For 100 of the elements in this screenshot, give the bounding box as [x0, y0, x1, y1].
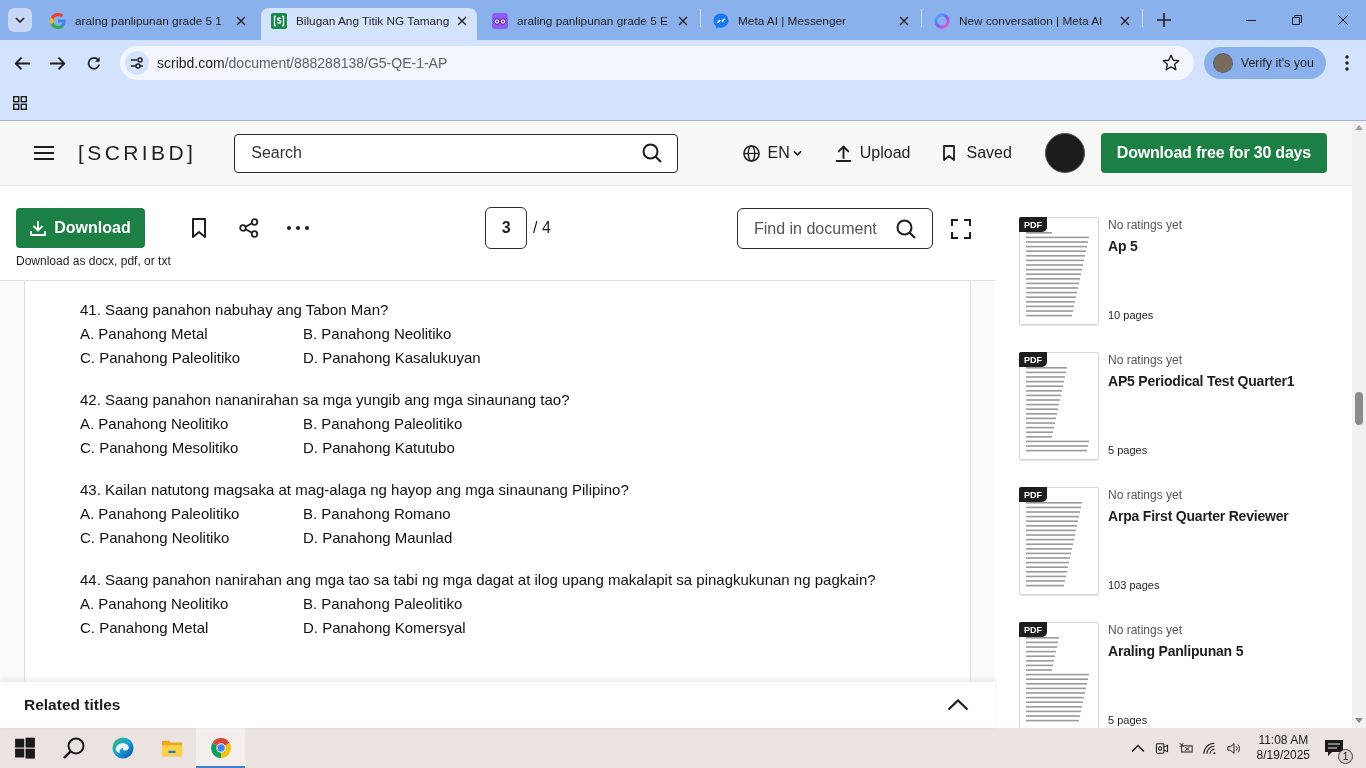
document-thumbnail[interactable]: PDF: [1019, 622, 1099, 728]
more-vertical-icon[interactable]: [1345, 55, 1349, 71]
search-icon[interactable]: [642, 143, 663, 163]
battery-icon[interactable]: [1178, 741, 1193, 755]
answer-option: B. Panahong Paleolitiko: [303, 592, 970, 616]
page-count: 5 pages: [1108, 444, 1149, 458]
chevron-up-icon[interactable]: [947, 699, 969, 711]
answer-option: C. Panahong Neolitiko: [80, 526, 303, 550]
restore-icon[interactable]: [1292, 15, 1302, 25]
reload-icon[interactable]: [86, 55, 102, 71]
answer-option: D. Panahong Katutubo: [303, 436, 970, 460]
file-type-badge: PDF: [1019, 217, 1047, 232]
ring-icon: [934, 13, 950, 29]
four-squares-icon[interactable]: [13, 737, 36, 759]
close-icon[interactable]: [899, 16, 909, 26]
language-button[interactable]: EN: [742, 144, 802, 162]
browser-tab[interactable]: araling panlipunan grade 5 E: [482, 8, 698, 40]
file-type-badge: PDF: [1019, 622, 1047, 637]
file-type-badge: PDF: [1019, 352, 1047, 367]
search-icon[interactable]: [896, 218, 916, 239]
upload-icon: [834, 144, 852, 162]
answer-option: B. Panahong Paleolitiko: [303, 412, 970, 436]
fullscreen-icon[interactable]: [951, 218, 971, 239]
document-thumbnail[interactable]: PDF: [1019, 352, 1099, 460]
close-icon[interactable]: [1120, 16, 1130, 26]
chevron-down-icon: [792, 150, 802, 156]
saved-link[interactable]: Saved: [943, 144, 1012, 162]
notification-icon[interactable]: [1324, 739, 1344, 757]
page-total: / 4: [533, 219, 551, 237]
chevron-down-icon: [15, 17, 25, 23]
segmented-circle-icon[interactable]: [209, 737, 232, 759]
rating-text: No ratings yet: [1108, 623, 1184, 637]
answer-option: B. Panahong Romano: [303, 502, 970, 526]
camera-icon[interactable]: [1154, 741, 1169, 755]
user-avatar[interactable]: [1044, 133, 1085, 173]
more-horizontal-icon[interactable]: [287, 226, 309, 230]
document-title[interactable]: AP5 Periodical Test Quarter1: [1108, 373, 1295, 389]
tune-icon[interactable]: [125, 51, 149, 75]
browser-tab[interactable]: aralng panlipunan grade 5 1: [40, 8, 256, 40]
question-text: 41. Saang panahon nabuhay ang Tabon Man?: [80, 300, 390, 320]
apps-grid-icon[interactable]: [13, 96, 27, 110]
document-thumbnail[interactable]: PDF: [1019, 487, 1099, 595]
search-field[interactable]: Search: [234, 133, 679, 173]
close-icon[interactable]: [678, 16, 688, 26]
plus-icon[interactable]: [1157, 13, 1171, 27]
profile-avatar: [1212, 53, 1233, 73]
answer-option: D. Panahong Komersyal: [303, 616, 970, 640]
swirl-circle-icon[interactable]: [111, 737, 134, 759]
clock-time[interactable]: 11:08 AM: [1258, 733, 1309, 748]
question-text: 44. Saang panahon nanirahan ang mga tao sa tabi ng mga dagat at ilog upang makalapit sa pinagkukunan ng pagkain?: [80, 570, 877, 590]
profile-button[interactable]: Verify it's you: [1203, 47, 1326, 79]
document-title[interactable]: Ap 5: [1108, 238, 1183, 254]
scrollbar-track[interactable]: [1352, 121, 1366, 728]
arrow-down-icon[interactable]: [1355, 718, 1363, 723]
browser-tab[interactable]: Meta AI | Messenger: [703, 8, 919, 40]
bookmark-icon: [943, 145, 956, 161]
wifi-icon[interactable]: [1202, 741, 1217, 755]
speaker-icon[interactable]: [1226, 741, 1241, 755]
rating-text: No ratings yet: [1108, 353, 1184, 367]
document-title[interactable]: Arpa First Quarter Reviewer: [1108, 508, 1289, 524]
page-count: 10 pages: [1108, 309, 1155, 323]
page-count: 5 pages: [1108, 714, 1149, 728]
page-count: 103 pages: [1108, 579, 1161, 593]
close-icon[interactable]: [236, 16, 246, 26]
answer-option: C. Panahong Paleolitiko: [80, 346, 303, 370]
site-logo[interactable]: [SCRIBD]: [78, 141, 197, 165]
address-bar[interactable]: scribd.com/document/888288138/G5-QE-1-AP: [120, 46, 1194, 80]
download-button[interactable]: Download: [16, 208, 145, 248]
back-arrow-icon[interactable]: [14, 55, 30, 71]
globe-icon: [742, 144, 760, 162]
scrollbar-thumb[interactable]: [1355, 392, 1363, 425]
browser-tab[interactable]: New conversation | Meta AI: [924, 8, 1140, 40]
menu-icon[interactable]: [34, 146, 54, 160]
answer-option: C. Panahong Mesolitiko: [80, 436, 303, 460]
share-icon[interactable]: [239, 218, 259, 238]
clock-date[interactable]: 8/19/2025: [1256, 748, 1310, 763]
answer-option: C. Panahong Metal: [80, 616, 303, 640]
upload-link[interactable]: Upload: [834, 144, 911, 162]
chat-bubble-icon: [713, 13, 729, 29]
notification-badge: 1: [1338, 749, 1353, 764]
browser-tab[interactable]: Bilugan Ang Titik NG Tamang: [261, 8, 477, 40]
section-title: Related titles: [24, 696, 121, 714]
download-free-button[interactable]: Download free for 30 days: [1100, 133, 1327, 173]
rating-text: No ratings yet: [1108, 218, 1183, 232]
find-in-document-field[interactable]: Find in document: [737, 208, 933, 249]
star-icon[interactable]: [1161, 54, 1180, 72]
page-number-field[interactable]: 3: [485, 207, 528, 249]
answer-option: A. Panahong Neolitiko: [80, 592, 303, 616]
forward-arrow-icon[interactable]: [50, 55, 66, 71]
minimize-icon[interactable]: [1246, 19, 1256, 21]
answer-option: D. Panahong Kasalukuyan: [303, 346, 970, 370]
close-icon[interactable]: [1338, 15, 1348, 25]
tab-search-button[interactable]: [8, 8, 32, 32]
close-icon[interactable]: [457, 16, 467, 26]
taskbar-button[interactable]: [196, 728, 245, 768]
document-thumbnail[interactable]: PDF: [1019, 217, 1099, 325]
search-icon[interactable]: [62, 737, 85, 759]
download-icon: [30, 220, 47, 236]
document-title[interactable]: Araling Panlipunan 5: [1108, 643, 1244, 659]
bookmark-icon[interactable]: [192, 218, 206, 238]
